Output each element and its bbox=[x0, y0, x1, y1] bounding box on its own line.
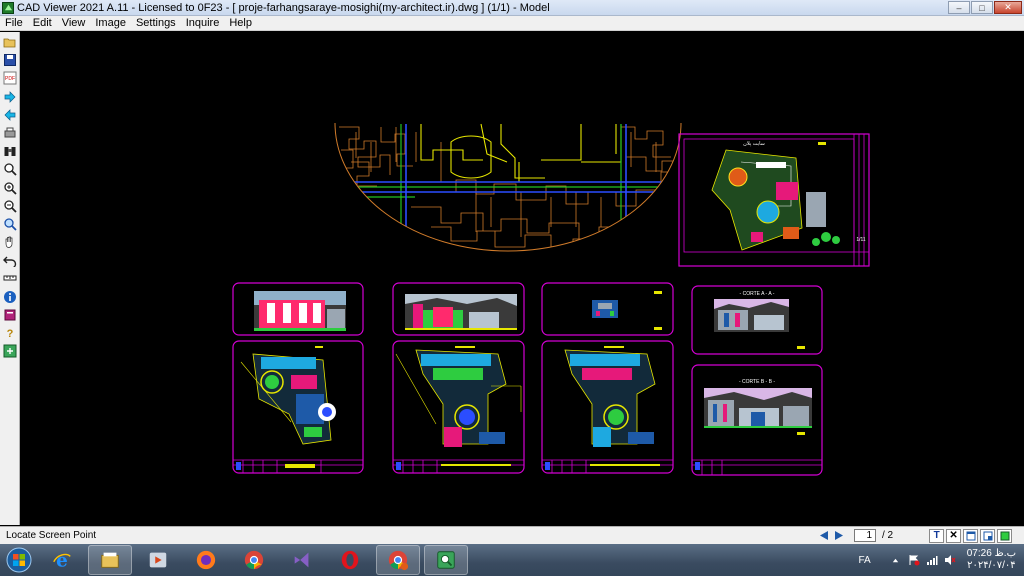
close-drawing-icon[interactable]: ✕ bbox=[946, 528, 962, 543]
window-title: CAD Viewer 2021 A.11 - Licensed to 0F23 … bbox=[17, 1, 550, 14]
show-hidden-icons-icon[interactable] bbox=[889, 553, 903, 567]
section-a-sheet: - CORTE A - A - bbox=[691, 285, 823, 355]
prev-page-icon[interactable] bbox=[816, 529, 831, 542]
pdf-label: PDF bbox=[5, 76, 15, 82]
green-tool-icon[interactable] bbox=[997, 528, 1013, 543]
section-b-title: - CORTE B - B - bbox=[739, 379, 775, 385]
save-disk-icon[interactable] bbox=[1, 52, 18, 68]
menu-help[interactable]: Help bbox=[224, 17, 257, 29]
binoculars-icon[interactable] bbox=[1, 143, 18, 159]
page-number-input[interactable] bbox=[854, 529, 876, 542]
svg-text:?: ? bbox=[6, 328, 13, 340]
window-icon[interactable] bbox=[963, 528, 979, 543]
media-player-icon[interactable] bbox=[136, 545, 180, 575]
opera-icon[interactable] bbox=[328, 545, 372, 575]
elevation-sheet-2 bbox=[392, 282, 525, 336]
file-manager-icon[interactable] bbox=[88, 545, 132, 575]
action-center-flag-icon[interactable] bbox=[907, 553, 921, 567]
menu-image[interactable]: Image bbox=[90, 17, 131, 29]
elevation-sheet-1 bbox=[232, 282, 364, 336]
firefox-icon[interactable] bbox=[184, 545, 228, 575]
open-folder-icon[interactable] bbox=[1, 34, 18, 50]
zoom-window-icon[interactable] bbox=[1, 216, 18, 232]
next-arrow-icon[interactable] bbox=[1, 89, 18, 105]
close-button[interactable]: ✕ bbox=[994, 1, 1022, 14]
menu-edit[interactable]: Edit bbox=[28, 17, 57, 29]
info-icon[interactable] bbox=[1, 289, 18, 305]
clock-time: 07:26 ب.ظ bbox=[966, 548, 1016, 559]
site-sheet-title: سایت پلان bbox=[743, 141, 765, 147]
pan-hand-icon[interactable] bbox=[1, 234, 18, 250]
menu-bar: File Edit View Image Settings Inquire He… bbox=[0, 16, 1024, 31]
plan-sheet-1 bbox=[232, 340, 364, 474]
volume-muted-icon[interactable] bbox=[943, 553, 957, 567]
minimize-button[interactable]: ‒ bbox=[948, 1, 970, 14]
menu-inquire[interactable]: Inquire bbox=[181, 17, 225, 29]
network-signal-icon[interactable] bbox=[925, 553, 939, 567]
undo-icon[interactable] bbox=[1, 252, 18, 268]
scale-label: 1/11 bbox=[856, 237, 866, 243]
svg-text:e: e bbox=[56, 550, 68, 571]
left-toolbar: PDF ? bbox=[0, 32, 20, 525]
menu-file[interactable]: File bbox=[0, 17, 28, 29]
title-bar[interactable]: CAD Viewer 2021 A.11 - Licensed to 0F23 … bbox=[0, 0, 1024, 16]
menu-view[interactable]: View bbox=[57, 17, 91, 29]
start-button[interactable] bbox=[2, 545, 36, 575]
internet-explorer-icon[interactable]: e bbox=[40, 545, 84, 575]
drawing-canvas[interactable]: سایت پلان 1/11 - CORTE A - A - - CORTE B… bbox=[21, 32, 1024, 525]
status-text: Locate Screen Point bbox=[6, 530, 97, 541]
page-total: / 2 bbox=[882, 530, 894, 541]
pdf-export-icon[interactable]: PDF bbox=[1, 70, 18, 86]
chrome-icon[interactable] bbox=[232, 545, 276, 575]
menu-settings[interactable]: Settings bbox=[131, 17, 181, 29]
site-sheet: سایت پلان 1/11 bbox=[678, 133, 870, 267]
status-bar: Locate Screen Point / 2 T ✕ bbox=[0, 526, 1024, 544]
cad-viewer-icon[interactable] bbox=[424, 545, 468, 575]
measure-icon[interactable] bbox=[1, 270, 18, 286]
taskbar: e FA 07:26 ب.ظ ۲۰۲۴/۰۷/۰۴ bbox=[0, 544, 1024, 576]
language-indicator[interactable]: FA bbox=[859, 555, 871, 566]
next-page-icon[interactable] bbox=[831, 529, 846, 542]
print-icon[interactable] bbox=[1, 125, 18, 141]
maximize-button[interactable]: □ bbox=[971, 1, 993, 14]
layout-icon[interactable] bbox=[980, 528, 996, 543]
clock-date: ۲۰۲۴/۰۷/۰۴ bbox=[967, 560, 1016, 571]
layers-book-icon[interactable] bbox=[1, 307, 18, 323]
chrome-profile-icon[interactable] bbox=[376, 545, 420, 575]
clock[interactable]: 07:26 ب.ظ ۲۰۲۴/۰۷/۰۴ bbox=[967, 548, 1016, 572]
site-plan-map bbox=[334, 122, 682, 252]
convert-icon[interactable] bbox=[1, 343, 18, 359]
help-icon[interactable]: ? bbox=[1, 325, 18, 341]
cad-drawing: سایت پلان 1/11 - CORTE A - A - - CORTE B… bbox=[232, 122, 870, 476]
visual-studio-icon[interactable] bbox=[280, 545, 324, 575]
app-icon bbox=[2, 1, 14, 14]
zoom-out-icon[interactable] bbox=[1, 198, 18, 214]
zoom-icon[interactable] bbox=[1, 161, 18, 177]
section-a-title: - CORTE A - A - bbox=[740, 291, 775, 297]
cad-viewer-window: CAD Viewer 2021 A.11 - Licensed to 0F23 … bbox=[0, 0, 1024, 576]
detail-sheet bbox=[541, 282, 674, 336]
plan-sheet-3 bbox=[541, 340, 674, 474]
system-tray: FA 07:26 ب.ظ ۲۰۲۴/۰۷/۰۴ bbox=[859, 546, 1017, 574]
back-arrow-icon[interactable] bbox=[1, 107, 18, 123]
plan-sheet-2 bbox=[392, 340, 525, 474]
section-b-sheet: - CORTE B - B - bbox=[691, 364, 823, 476]
text-tool-icon[interactable]: T bbox=[929, 528, 945, 543]
zoom-in-icon[interactable] bbox=[1, 180, 18, 196]
